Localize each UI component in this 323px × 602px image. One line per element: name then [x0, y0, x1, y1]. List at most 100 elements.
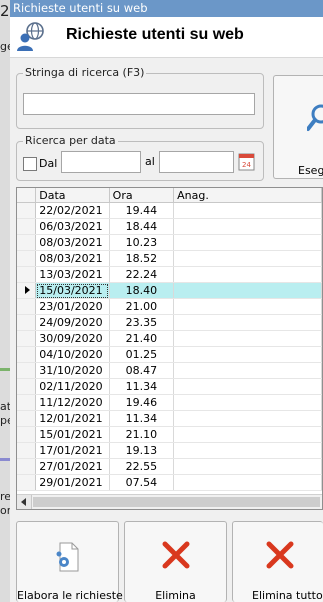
- column-header-anag[interactable]: Anag.: [173, 188, 322, 203]
- cell-data[interactable]: 29/01/2021: [35, 474, 110, 491]
- table-row[interactable]: 31/10/2020 08.47: [17, 362, 322, 379]
- cell-anag[interactable]: [173, 298, 322, 315]
- cell-data[interactable]: 06/03/2021: [35, 218, 110, 235]
- cell-ora[interactable]: 19.44: [109, 202, 175, 219]
- requests-table[interactable]: Data Ora Anag. 22/02/2021 19.44 06/03/2021…: [16, 187, 323, 510]
- execute-button[interactable]: Esegui: [273, 75, 323, 179]
- row-indicator[interactable]: [17, 202, 37, 219]
- cell-ora[interactable]: 18.44: [109, 218, 175, 235]
- process-requests-button[interactable]: Elabora le richieste: [16, 521, 123, 602]
- cell-data[interactable]: 27/01/2021: [35, 458, 110, 475]
- from-date-checkbox[interactable]: [23, 157, 37, 171]
- cell-ora[interactable]: 23.35: [109, 314, 175, 331]
- row-indicator[interactable]: [17, 234, 37, 251]
- cell-ora[interactable]: 19.46: [109, 394, 175, 411]
- cell-data[interactable]: 17/01/2021: [35, 442, 110, 459]
- search-input[interactable]: [23, 93, 255, 115]
- cell-anag[interactable]: [173, 282, 322, 299]
- cell-ora[interactable]: 22.24: [109, 266, 175, 283]
- cell-data[interactable]: 04/10/2020: [35, 346, 110, 363]
- cell-data[interactable]: 24/09/2020: [35, 314, 110, 331]
- row-indicator[interactable]: [17, 394, 37, 411]
- cell-anag[interactable]: [173, 266, 322, 283]
- scroll-left-arrow-icon[interactable]: [17, 495, 32, 509]
- row-indicator[interactable]: [17, 362, 37, 379]
- table-row[interactable]: 11/12/2020 19.46: [17, 394, 322, 411]
- row-indicator[interactable]: [17, 282, 37, 299]
- cell-ora[interactable]: 10.23: [109, 234, 175, 251]
- row-indicator[interactable]: [17, 474, 37, 491]
- table-row[interactable]: 12/01/2021 11.34: [17, 410, 322, 427]
- table-row[interactable]: 15/03/2021 18.40: [17, 282, 322, 299]
- row-indicator[interactable]: [17, 250, 37, 267]
- table-row[interactable]: 13/03/2021 22.24: [17, 266, 322, 283]
- from-date-field[interactable]: [61, 151, 141, 173]
- row-indicator[interactable]: [17, 298, 37, 315]
- cell-anag[interactable]: [173, 202, 322, 219]
- cell-ora[interactable]: 11.34: [109, 410, 175, 427]
- cell-data[interactable]: 08/03/2021: [35, 250, 110, 267]
- delete-all-button[interactable]: Elimina tutto: [232, 521, 323, 602]
- cell-ora[interactable]: 01.25: [109, 346, 175, 363]
- cell-anag[interactable]: [173, 426, 322, 443]
- cell-anag[interactable]: [173, 346, 322, 363]
- cell-ora[interactable]: 07.54: [109, 474, 175, 491]
- row-indicator[interactable]: [17, 426, 37, 443]
- table-row[interactable]: 22/02/2021 19.44: [17, 202, 322, 219]
- cell-data[interactable]: 22/02/2021: [35, 202, 110, 219]
- cell-data[interactable]: 15/03/2021: [35, 282, 110, 299]
- cell-anag[interactable]: [173, 330, 322, 347]
- delete-button[interactable]: Elimina: [124, 521, 227, 602]
- cell-data[interactable]: 02/11/2020: [35, 378, 110, 395]
- cell-data[interactable]: 30/09/2020: [35, 330, 110, 347]
- cell-anag[interactable]: [173, 378, 322, 395]
- cell-anag[interactable]: [173, 474, 322, 491]
- table-row[interactable]: 27/01/2021 22.55: [17, 458, 322, 475]
- row-indicator[interactable]: [17, 330, 37, 347]
- cell-data[interactable]: 11/12/2020: [35, 394, 110, 411]
- cell-data[interactable]: 12/01/2021: [35, 410, 110, 427]
- cell-anag[interactable]: [173, 394, 322, 411]
- cell-ora[interactable]: 11.34: [109, 378, 175, 395]
- column-header-ora[interactable]: Ora: [109, 188, 175, 203]
- table-row[interactable]: 08/03/2021 10.23: [17, 234, 322, 251]
- cell-ora[interactable]: 18.52: [109, 250, 175, 267]
- cell-anag[interactable]: [173, 410, 322, 427]
- row-indicator[interactable]: [17, 410, 37, 427]
- row-indicator[interactable]: [17, 442, 37, 459]
- cell-anag[interactable]: [173, 250, 322, 267]
- row-indicator[interactable]: [17, 378, 37, 395]
- cell-anag[interactable]: [173, 314, 322, 331]
- cell-ora[interactable]: 22.55: [109, 458, 175, 475]
- table-row[interactable]: 29/01/2021 07.54: [17, 474, 322, 491]
- cell-data[interactable]: 13/03/2021: [35, 266, 110, 283]
- window-title[interactable]: Richieste utenti su web: [10, 0, 323, 17]
- row-indicator[interactable]: [17, 266, 37, 283]
- scrollbar-thumb[interactable]: [33, 497, 320, 507]
- cell-data[interactable]: 15/01/2021: [35, 426, 110, 443]
- cell-data[interactable]: 23/01/2020: [35, 298, 110, 315]
- cell-data[interactable]: 31/10/2020: [35, 362, 110, 379]
- column-header-data[interactable]: Data: [35, 188, 110, 203]
- row-indicator[interactable]: [17, 314, 37, 331]
- cell-anag[interactable]: [173, 442, 322, 459]
- cell-anag[interactable]: [173, 234, 322, 251]
- cell-data[interactable]: 08/03/2021: [35, 234, 110, 251]
- table-row[interactable]: 30/09/2020 21.40: [17, 330, 322, 347]
- cell-ora[interactable]: 21.00: [109, 298, 175, 315]
- horizontal-scrollbar[interactable]: [17, 494, 322, 509]
- cell-ora[interactable]: 19.13: [109, 442, 175, 459]
- cell-anag[interactable]: [173, 218, 322, 235]
- cell-anag[interactable]: [173, 458, 322, 475]
- row-indicator[interactable]: [17, 218, 37, 235]
- cell-anag[interactable]: [173, 362, 322, 379]
- cell-ora[interactable]: 21.10: [109, 426, 175, 443]
- row-indicator[interactable]: [17, 346, 37, 363]
- cell-ora[interactable]: 18.40: [109, 282, 175, 299]
- table-row[interactable]: 24/09/2020 23.35: [17, 314, 322, 331]
- row-indicator[interactable]: [17, 458, 37, 475]
- table-row[interactable]: 02/11/2020 11.34: [17, 378, 322, 395]
- table-row[interactable]: 17/01/2021 19.13: [17, 442, 322, 459]
- table-row[interactable]: 23/01/2020 21.00: [17, 298, 322, 315]
- cell-ora[interactable]: 08.47: [109, 362, 175, 379]
